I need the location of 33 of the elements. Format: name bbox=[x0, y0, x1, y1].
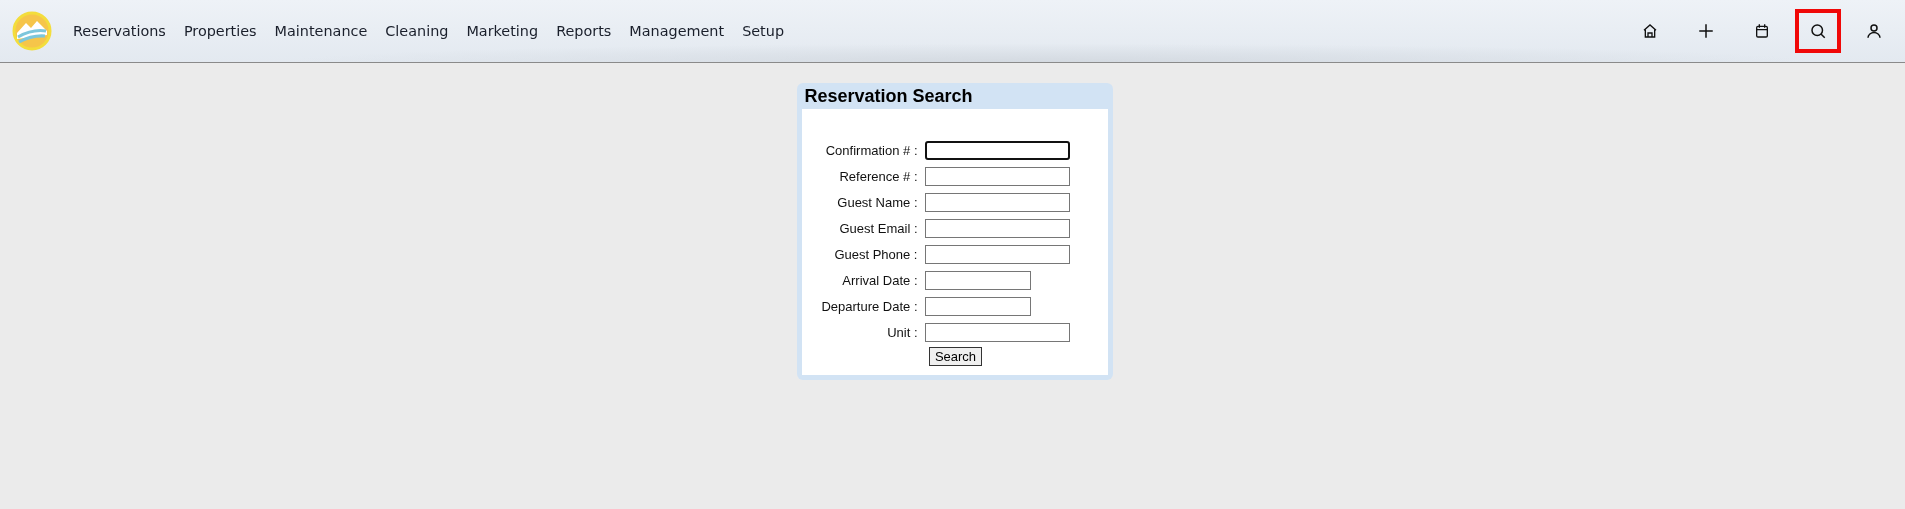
date-field[interactable] bbox=[924, 270, 1031, 290]
field-label: Guest Phone : bbox=[833, 246, 918, 262]
search-button[interactable]: Search bbox=[928, 347, 983, 366]
input-field[interactable] bbox=[924, 140, 1070, 160]
field-label: Arrival Date : bbox=[841, 272, 918, 288]
nav-link[interactable]: Marketing bbox=[466, 23, 539, 39]
nav-link[interactable]: Reservations bbox=[73, 23, 166, 39]
input-field[interactable] bbox=[924, 166, 1070, 186]
input-field[interactable] bbox=[924, 218, 1070, 238]
field-label: Guest Email : bbox=[838, 220, 918, 236]
date-field[interactable] bbox=[924, 296, 1031, 316]
field-label: Departure Date : bbox=[820, 298, 918, 314]
nav-link[interactable]: Reports bbox=[556, 23, 612, 39]
calendar-icon bbox=[1754, 23, 1770, 39]
search-button[interactable] bbox=[1795, 9, 1841, 53]
input-field[interactable] bbox=[924, 322, 1070, 342]
nav-link[interactable]: Setup bbox=[742, 23, 784, 39]
field-label: Reference # : bbox=[838, 168, 918, 184]
nav-link[interactable]: Cleaning bbox=[385, 23, 449, 39]
plus-icon bbox=[1697, 22, 1715, 40]
field-label: Confirmation # : bbox=[824, 142, 918, 158]
panel-title: Reservation Search bbox=[803, 85, 974, 108]
user-icon bbox=[1865, 22, 1883, 40]
input-field[interactable] bbox=[924, 192, 1070, 212]
input-field[interactable] bbox=[924, 244, 1070, 264]
field-label: Unit : bbox=[886, 324, 918, 340]
logo bbox=[12, 11, 52, 51]
search-icon bbox=[1809, 22, 1827, 40]
nav-link[interactable]: Management bbox=[629, 23, 725, 39]
field-label: Guest Name : bbox=[836, 194, 918, 210]
nav-link[interactable]: Properties bbox=[183, 23, 257, 39]
nav-link[interactable]: Maintenance bbox=[274, 23, 368, 39]
home-icon bbox=[1642, 23, 1658, 39]
